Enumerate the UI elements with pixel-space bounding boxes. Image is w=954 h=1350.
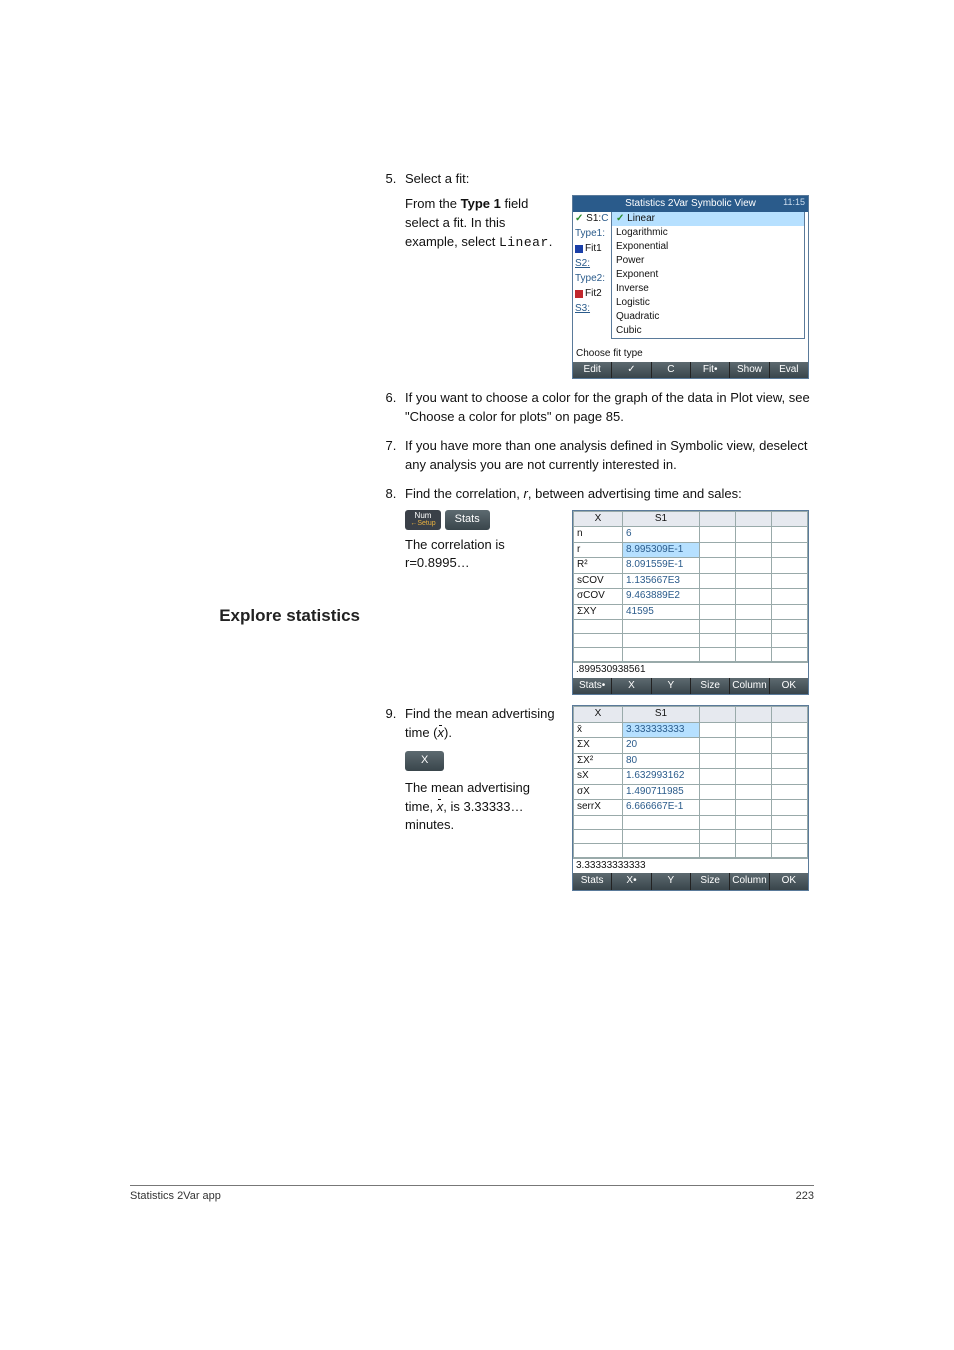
m1-y[interactable]: Y	[652, 678, 691, 695]
step-5: Select a fit: From the Type 1 field sele…	[400, 170, 814, 379]
sym-left-fit2: Fit2	[573, 287, 611, 302]
dropdown-opt-cubic[interactable]: Cubic	[612, 324, 804, 338]
stats-screen-correlation: X S1 n6 r8.995309E-1 R²8.091559E-1 sCOV1…	[572, 510, 809, 696]
dropdown-opt-power[interactable]: Power	[612, 254, 804, 268]
dropdown-opt-linear[interactable]: Linear	[612, 212, 804, 226]
dropdown-opt-log[interactable]: Logarithmic	[612, 226, 804, 240]
step5-text: From the Type 1 field select a fit. In t…	[405, 195, 560, 253]
sym-left-s1: ✓ S1:C	[573, 212, 611, 227]
calc-title: Statistics 2Var Symbolic View 11:15	[573, 196, 808, 213]
calc-hint: Choose fit type	[573, 347, 808, 362]
m1-ok[interactable]: OK	[770, 678, 808, 695]
section-heading-explore-statistics: Explore statistics	[130, 604, 360, 629]
xbar-symbol-2: x	[437, 798, 444, 817]
step-8: Find the correlation, r, between adverti…	[400, 485, 814, 695]
linear-monospace: Linear	[499, 235, 549, 250]
calc-menubar: Edit ✓ C Fit• Show Eval	[573, 362, 808, 379]
menu-eval[interactable]: Eval	[770, 362, 808, 379]
menu-fit[interactable]: Fit•	[691, 362, 730, 379]
echo-line-2: 3.33333333333	[573, 858, 808, 874]
dropdown-opt-quad[interactable]: Quadratic	[612, 310, 804, 324]
m2-y[interactable]: Y	[652, 873, 691, 890]
step5-lead: Select a fit:	[405, 171, 469, 186]
sym-left-fit1: Fit1	[573, 242, 611, 257]
menu-c[interactable]: C	[652, 362, 691, 379]
sym-left-s3: S3:	[573, 302, 611, 317]
x-softkey: X	[405, 751, 444, 771]
hdr2-s1: S1	[623, 707, 700, 723]
calc-symbolic-view: Statistics 2Var Symbolic View 11:15 ✓ S1…	[572, 195, 809, 380]
step-6: If you want to choose a color for the gr…	[400, 389, 814, 427]
dropdown-opt-logistic[interactable]: Logistic	[612, 296, 804, 310]
xbar-cell-selected: 3.333333333	[623, 722, 700, 738]
stats-softkey: Stats	[445, 510, 490, 530]
m2-size[interactable]: Size	[691, 873, 730, 890]
hdr-s1: S1	[623, 511, 700, 527]
echo-line-1: .899530938561	[573, 662, 808, 678]
m2-ok[interactable]: OK	[770, 873, 808, 890]
fit-type-dropdown[interactable]: Linear Logarithmic Exponential Power Exp…	[611, 212, 805, 339]
dropdown-opt-exp[interactable]: Exponential	[612, 240, 804, 254]
type1-label: Type 1	[461, 196, 501, 211]
num-setup-key-icon: Num ←Setup	[405, 510, 441, 530]
m1-x[interactable]: X	[612, 678, 651, 695]
m1-column[interactable]: Column	[730, 678, 769, 695]
sym-left-type2: Type2:	[573, 272, 611, 287]
m2-x[interactable]: X•	[612, 873, 651, 890]
stats-screen-mean: X S1 x̄3.333333333 ΣX20 ΣX²80 sX1.632993…	[572, 705, 809, 891]
dropdown-opt-inverse[interactable]: Inverse	[612, 282, 804, 296]
r-cell-selected: 8.995309E-1	[623, 542, 700, 558]
footer-page-number: 223	[796, 1189, 814, 1205]
hdr2-x: X	[574, 707, 623, 723]
sym-left-type1: Type1:	[573, 227, 611, 242]
footer-left: Statistics 2Var app	[130, 1189, 221, 1205]
dropdown-opt-exponent[interactable]: Exponent	[612, 268, 804, 282]
menu-check[interactable]: ✓	[612, 362, 651, 379]
page-footer: Statistics 2Var app 223	[130, 1185, 814, 1205]
menu-show[interactable]: Show	[730, 362, 769, 379]
sym-left-s2: S2:	[573, 257, 611, 272]
m2-column[interactable]: Column	[730, 873, 769, 890]
step-9: Find the mean advertising time (x). X Th…	[400, 705, 814, 891]
hdr-x: X	[574, 511, 623, 527]
m2-stats[interactable]: Stats	[573, 873, 612, 890]
xbar-symbol: x	[438, 724, 445, 743]
step-7: If you have more than one analysis defin…	[400, 437, 814, 475]
step9-text: Find the mean advertising time (x). X Th…	[405, 705, 560, 835]
calc-time: 11:15	[783, 196, 805, 209]
m1-stats[interactable]: Stats•	[573, 678, 612, 695]
m1-size[interactable]: Size	[691, 678, 730, 695]
step8-text: Num ←Setup Stats The correlation is r=0.…	[405, 510, 560, 574]
menu-edit[interactable]: Edit	[573, 362, 612, 379]
